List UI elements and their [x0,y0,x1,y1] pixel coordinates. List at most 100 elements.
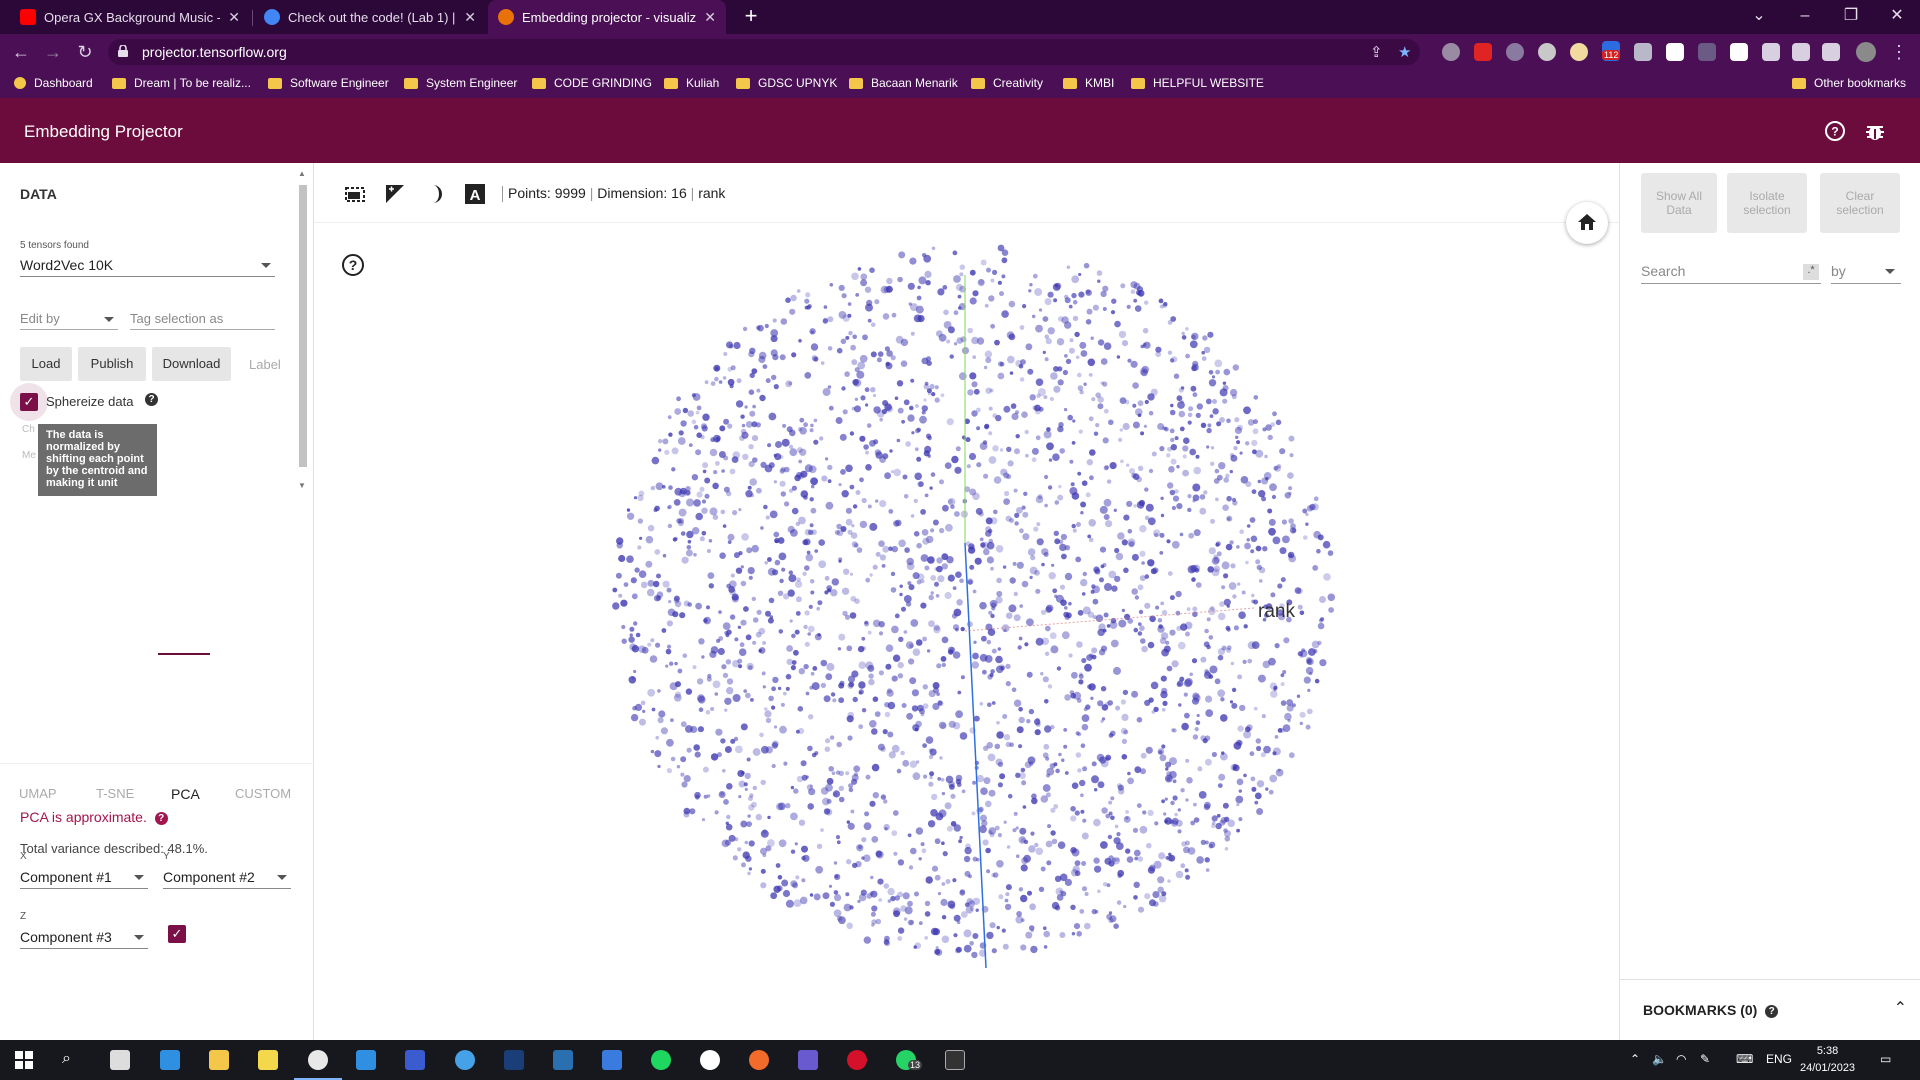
embedding-point[interactable] [866,423,872,428]
embedding-point[interactable] [1148,468,1154,474]
embedding-point[interactable] [891,312,897,318]
embedding-point[interactable] [791,660,797,665]
embedding-point[interactable] [626,508,631,512]
embedding-point[interactable] [976,426,981,431]
photoshop-icon[interactable] [504,1050,524,1070]
embedding-point[interactable] [1272,411,1277,417]
embedding-point[interactable] [809,497,814,502]
embedding-point[interactable] [838,483,842,487]
embedding-point[interactable] [1131,690,1139,698]
embedding-point[interactable] [935,946,939,950]
embedding-point[interactable] [667,506,671,510]
embedding-point[interactable] [1299,721,1303,726]
embedding-point[interactable] [879,554,887,561]
embedding-point[interactable] [1181,335,1187,340]
embedding-point[interactable] [894,613,900,619]
embedding-point[interactable] [874,299,880,305]
embedding-point[interactable] [859,477,864,483]
embedding-point[interactable] [1006,446,1012,452]
embedding-point[interactable] [942,851,948,857]
embedding-point[interactable] [1282,670,1287,674]
embedding-point[interactable] [882,313,890,320]
embedding-point[interactable] [1019,604,1023,608]
embedding-point[interactable] [645,560,653,568]
embedding-point[interactable] [1137,622,1142,626]
embedding-point[interactable] [771,374,777,381]
embedding-point[interactable] [1160,632,1169,640]
embedding-point[interactable] [1242,659,1247,664]
embedding-point[interactable] [1225,473,1230,478]
embedding-point[interactable] [1176,625,1182,631]
embedding-point[interactable] [945,523,953,532]
embedding-point[interactable] [679,612,686,619]
embedding-point[interactable] [850,344,856,351]
embedding-point[interactable] [1057,316,1064,322]
embedding-point[interactable] [935,948,943,956]
embedding-point[interactable] [671,447,679,455]
embedding-point[interactable] [1297,604,1303,610]
embedding-point[interactable] [835,417,843,424]
terminal-icon[interactable] [945,1050,965,1070]
embedding-point[interactable] [1204,628,1209,634]
embedding-point[interactable] [1045,840,1053,848]
embedding-point[interactable] [870,322,876,328]
embedding-point[interactable] [639,536,643,540]
embedding-point[interactable] [686,498,694,507]
embedding-point[interactable] [1185,758,1190,763]
embedding-point[interactable] [923,398,927,402]
bug-report-icon[interactable] [1864,120,1886,142]
embedding-point[interactable] [843,568,850,575]
embedding-point[interactable] [1249,751,1255,757]
embedding-point[interactable] [1268,527,1276,536]
embedding-point[interactable] [756,609,762,615]
embedding-point[interactable] [1025,931,1033,939]
embedding-point[interactable] [1120,459,1124,464]
embedding-point[interactable] [863,822,872,831]
embedding-point[interactable] [1108,800,1113,805]
embedding-point[interactable] [629,643,637,651]
embedding-point[interactable] [616,537,624,545]
embedding-point[interactable] [790,785,795,790]
embedding-point[interactable] [934,838,941,845]
embedding-point[interactable] [1028,925,1035,931]
embedding-point[interactable] [918,481,924,487]
embedding-point[interactable] [752,404,756,409]
embedding-point[interactable] [1101,704,1109,711]
volume-icon[interactable]: 🔈 [1652,1052,1667,1066]
embedding-point[interactable] [1116,355,1121,359]
embedding-point[interactable] [1144,699,1151,706]
embedding-point[interactable] [1053,298,1058,303]
embedding-point[interactable] [880,794,887,800]
embedding-point[interactable] [1093,431,1099,436]
embedding-point[interactable] [685,725,693,733]
embedding-point[interactable] [1271,494,1277,500]
embedding-point[interactable] [1006,845,1011,849]
embedding-point[interactable] [629,626,635,632]
embedding-point[interactable] [838,697,845,704]
embedding-point[interactable] [804,372,812,379]
embedding-point[interactable] [955,571,962,578]
embedding-point[interactable] [1019,528,1024,534]
embedding-point[interactable] [1100,358,1108,365]
embedding-point[interactable] [1110,639,1119,648]
embedding-point[interactable] [827,316,834,323]
embedding-point[interactable] [814,549,818,553]
embedding-point[interactable] [1121,539,1128,546]
embedding-point[interactable] [960,675,965,680]
embedding-point[interactable] [1125,848,1131,854]
embedding-point[interactable] [1188,532,1195,539]
embedding-point[interactable] [969,269,976,276]
embedding-point[interactable] [1189,672,1193,677]
embedding-point[interactable] [1078,674,1084,679]
embedding-point[interactable] [677,437,686,445]
embedding-point[interactable] [871,763,880,772]
embedding-point[interactable] [808,465,817,474]
embedding-point[interactable] [795,875,800,880]
embedding-point[interactable] [1157,748,1165,755]
embedding-point[interactable] [747,485,752,490]
embedding-point[interactable] [1093,566,1100,573]
embedding-point[interactable] [1035,847,1044,856]
embedding-point[interactable] [798,668,805,675]
embedding-point[interactable] [1068,347,1075,354]
embedding-point[interactable] [691,419,697,425]
